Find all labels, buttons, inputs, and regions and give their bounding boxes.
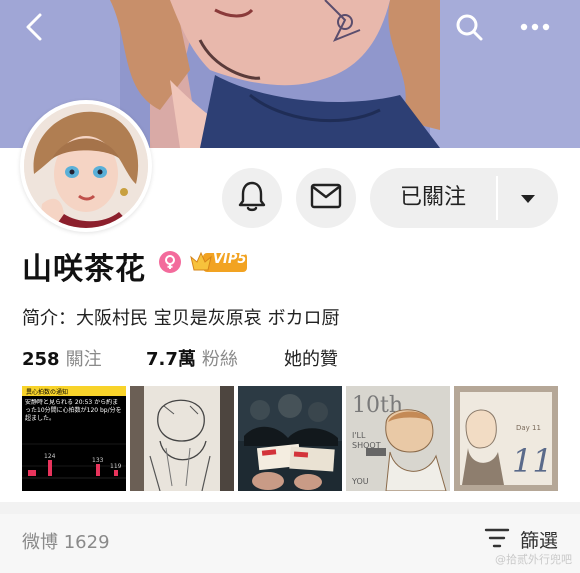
photo-strip: 異心拍数の通知 安静時と見られる 20:53 から約まった10分間に心拍数が12… [22, 386, 558, 491]
chevron-left-icon [22, 12, 46, 42]
weibo-count[interactable]: 微博 1629 [22, 528, 110, 554]
caret-down-icon [520, 189, 536, 208]
watermark: @拾贰外行兜吧 [495, 553, 572, 566]
photo-thumbnail[interactable]: 10th I'LL SHOOT YOU [346, 386, 450, 491]
thumb-you-text: YOU [351, 477, 369, 486]
mail-icon [310, 183, 342, 213]
stat-followers-value: 7.7萬 [146, 349, 196, 370]
avatar-illustration [24, 104, 148, 228]
message-button[interactable] [296, 168, 356, 228]
filter-label: 篩選 [519, 530, 558, 552]
stat-likes[interactable]: 她的贊 [284, 345, 338, 371]
thumb-heart-value-2: 133 [92, 457, 104, 464]
photo-thumbnail[interactable]: Day 11 11 [454, 386, 558, 491]
female-icon [159, 251, 181, 273]
section-divider [0, 502, 580, 514]
more-button[interactable] [515, 10, 555, 44]
follow-button-label[interactable]: 已關注 [370, 168, 496, 228]
thumb-heart-value-3: 119 [110, 463, 122, 470]
follow-button[interactable]: 已關注 [370, 168, 558, 228]
thumb-heart-title: 異心拍数の通知 [26, 388, 68, 396]
notify-bell-button[interactable] [222, 168, 282, 228]
weibo-footer-bar: 微博 1629 篩選 @拾贰外行兜吧 [0, 514, 580, 573]
stat-likes-label: 她的贊 [284, 349, 338, 370]
filter-button[interactable]: 篩選 [484, 526, 558, 553]
thumb-heart-value-1: 124 [44, 453, 56, 460]
thumb-day-text: Day 11 [516, 424, 541, 432]
stat-following[interactable]: 258 關注 [22, 345, 102, 371]
back-button[interactable] [14, 10, 54, 44]
photo-thumbnail[interactable]: 異心拍数の通知 安静時と見られる 20:53 から約まった10分間に心拍数が12… [22, 386, 126, 491]
thumb-eleven-text: 11 [512, 442, 553, 480]
photo-thumbnail[interactable] [238, 386, 342, 491]
bell-icon [237, 180, 267, 216]
stat-followers-label: 粉絲 [201, 349, 238, 370]
stat-followers[interactable]: 7.7萬 粉絲 [146, 345, 238, 371]
more-horizontal-icon [519, 22, 551, 32]
profile-bio: 简介：大阪村民 宝贝是灰原哀 ボカロ厨 [22, 308, 340, 329]
search-button[interactable] [449, 10, 489, 44]
search-icon [454, 12, 484, 42]
avatar[interactable] [20, 100, 152, 232]
thumb-heart-body: 安静時と見られる 20:53 から約まった10分間に心拍数が120 bp/分を超… [25, 399, 122, 422]
follow-dropdown-button[interactable] [498, 168, 558, 228]
vip-badge[interactable]: VIP5 [189, 249, 249, 275]
stat-following-label: 關注 [65, 349, 102, 370]
filter-icon [484, 527, 510, 553]
profile-name: 山咲茶花 [22, 252, 146, 287]
stat-following-value: 258 [22, 349, 60, 370]
thumb-ill-text: I'LL [352, 431, 366, 440]
vip-level: VIP5 [213, 252, 247, 267]
photo-thumbnail[interactable] [130, 386, 234, 491]
